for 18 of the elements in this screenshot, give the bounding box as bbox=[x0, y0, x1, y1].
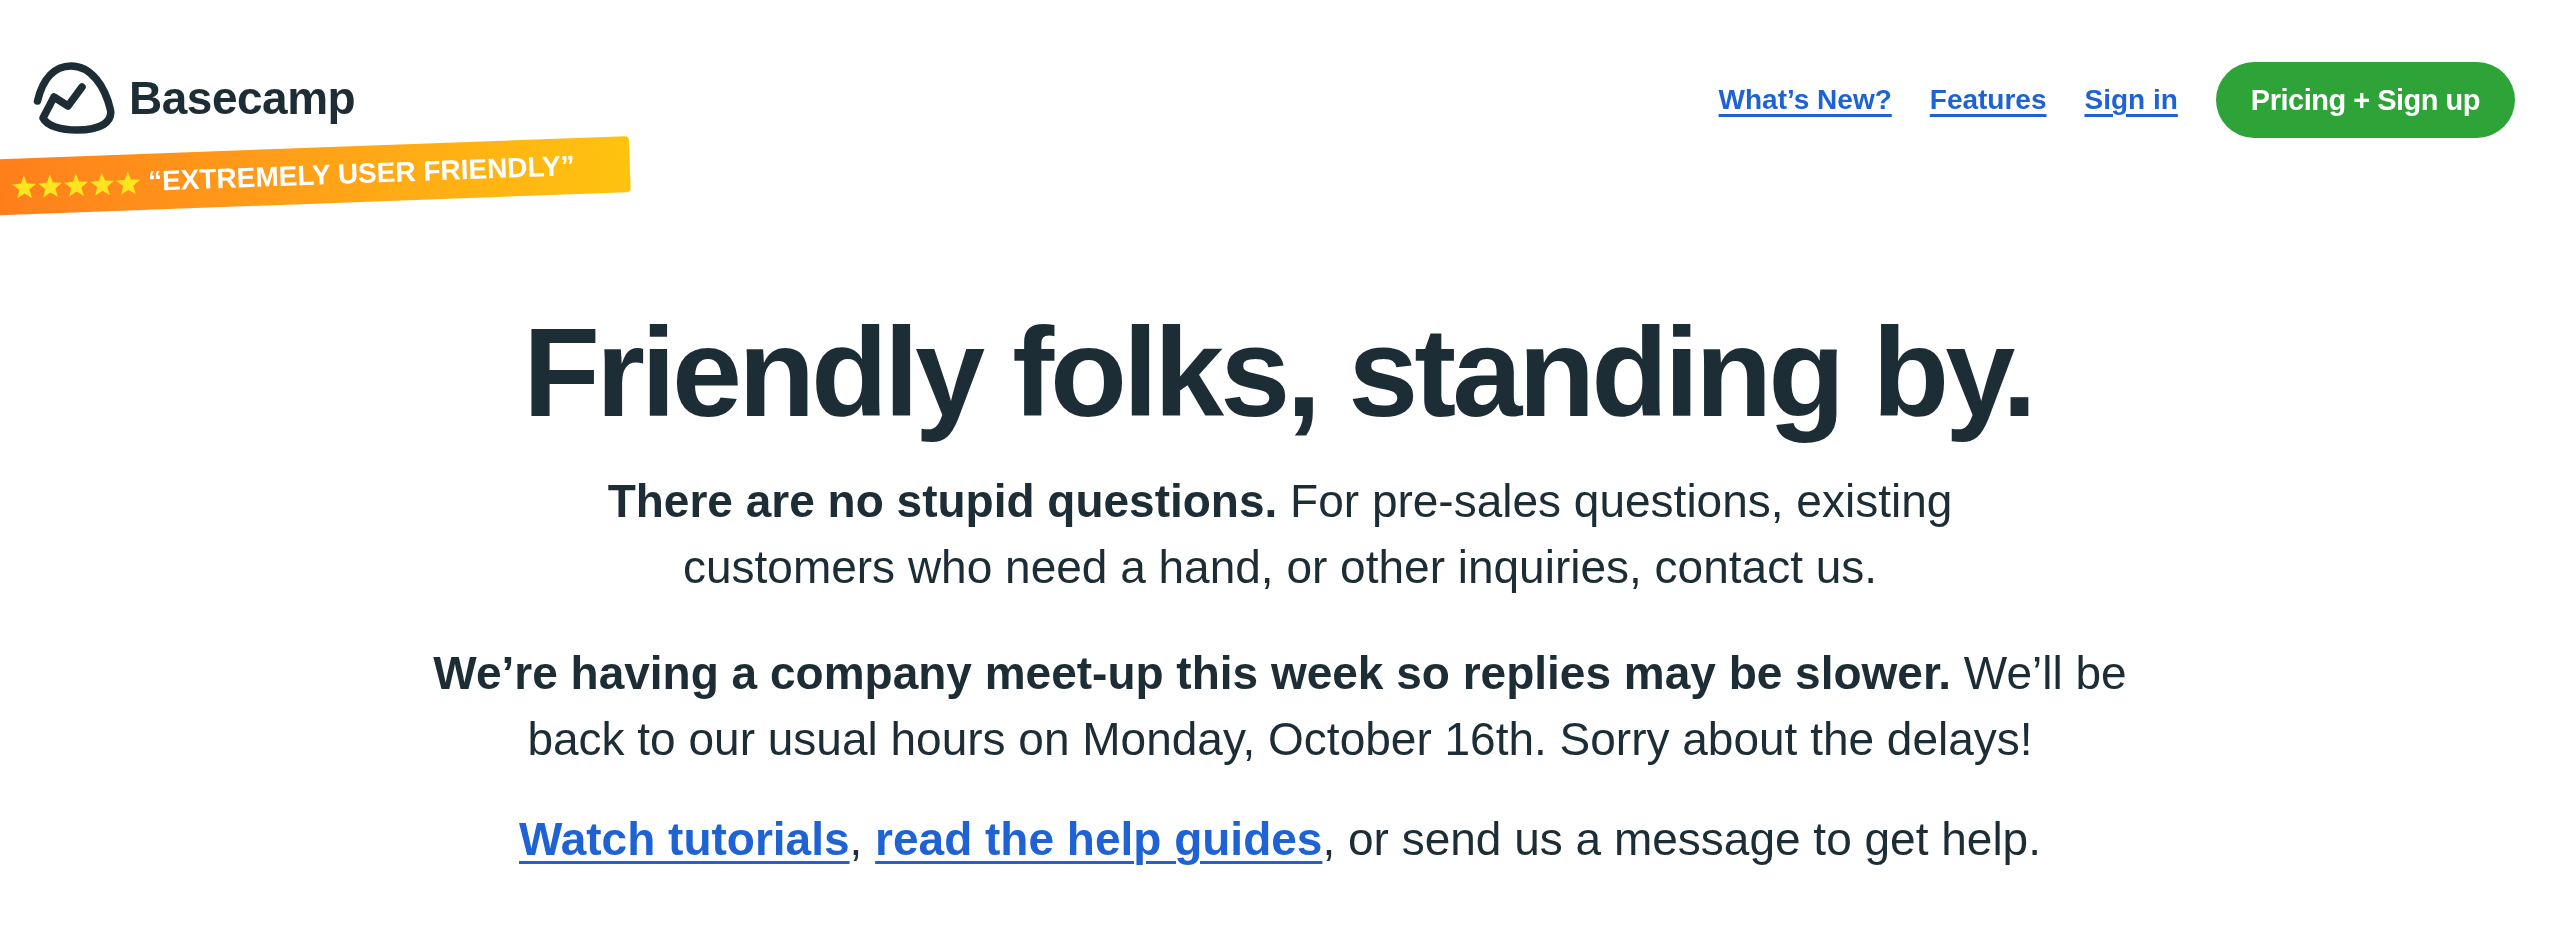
logo-icon bbox=[33, 62, 115, 134]
page-heading: Friendly folks, standing by. bbox=[522, 301, 2034, 445]
nav-link[interactable]: What’s New? bbox=[1718, 86, 1892, 114]
star-icon bbox=[37, 173, 63, 198]
intro-paragraph: There are no stupid questions. For pre-sales questions, existing customers who need a hand, or other inquiries, contact us. bbox=[606, 473, 1954, 595]
star-icon bbox=[63, 172, 89, 197]
text-link[interactable]: Watch tutorials bbox=[519, 812, 850, 865]
nav-link[interactable]: Sign in bbox=[2084, 86, 2178, 114]
home-link[interactable]: Basecamp bbox=[33, 62, 356, 134]
star-icon bbox=[89, 171, 115, 196]
signup-button[interactable]: Pricing + Sign up bbox=[2215, 62, 2515, 138]
star-icon bbox=[11, 174, 37, 199]
notice-paragraph: We’re having a company meet-up this week so replies may be slower. We’ll be back to our usual hours on Monday, October 16th. Sorry about the delays! bbox=[432, 645, 2128, 767]
ribbon-quote: “EXTREMELY USER FRIENDLY” bbox=[147, 152, 576, 196]
star-icon bbox=[115, 170, 141, 195]
nav-link[interactable]: Features bbox=[1929, 86, 2047, 114]
help-sentence: Watch tutorials, read the help guides, or send us a message to get help. bbox=[519, 811, 2041, 867]
text-link[interactable]: read the help guides bbox=[875, 812, 1323, 865]
